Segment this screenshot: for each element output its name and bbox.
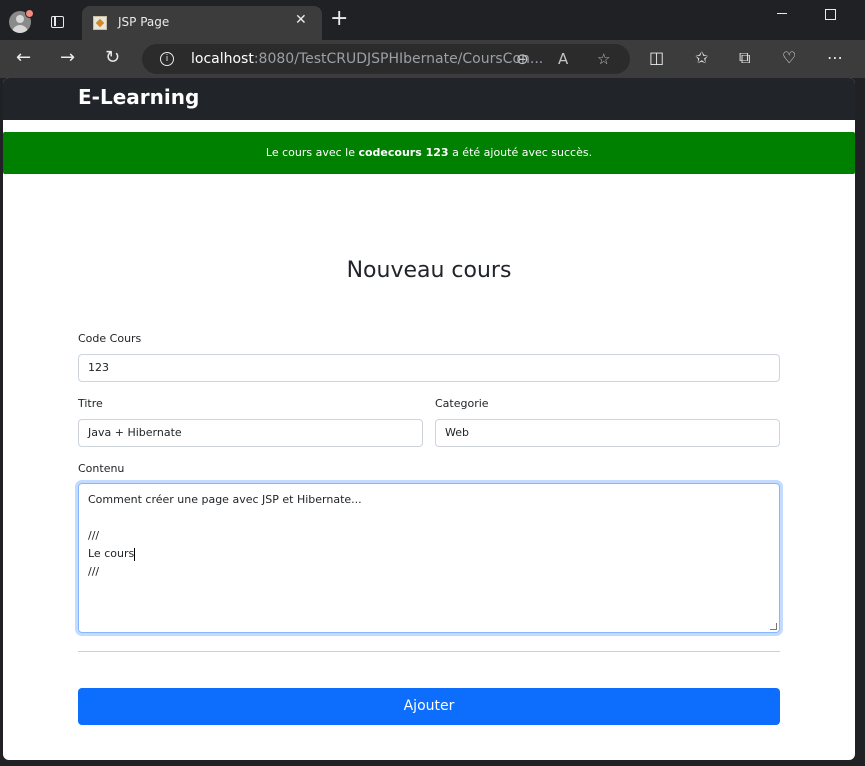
contenu-line-5: /// — [88, 565, 100, 578]
alert-prefix: Le cours avec le — [265, 146, 359, 159]
forward-icon[interactable]: → — [60, 48, 75, 68]
minimize-icon[interactable] — [777, 13, 787, 14]
notification-dot-icon — [25, 9, 34, 18]
maximize-icon[interactable] — [825, 9, 836, 20]
zoom-icon[interactable]: ⊖ — [516, 50, 529, 68]
read-aloud-icon[interactable]: A — [558, 50, 568, 68]
browser-tab[interactable]: JSP Page ✕ — [82, 6, 322, 40]
code-cours-label: Code Cours — [78, 332, 142, 345]
back-icon[interactable]: ← — [16, 48, 31, 68]
navbar-brand[interactable]: E-Learning — [78, 85, 199, 109]
favicon-icon — [93, 16, 107, 30]
titre-label: Titre — [78, 397, 103, 410]
code-cours-input[interactable]: 123 — [78, 354, 780, 382]
text-caret — [134, 547, 136, 561]
refresh-icon[interactable]: ↻ — [105, 48, 120, 68]
alert-bold-text: codecours 123 — [358, 146, 449, 159]
browser-toolbar: ← → ↻ i localhost:8080/TestCRUDJSPHIbern… — [0, 40, 865, 78]
favorites-icon[interactable]: ✩ — [695, 48, 708, 68]
divider — [78, 651, 780, 652]
contenu-line-3: /// — [88, 529, 100, 542]
contenu-line-1: Comment créer une page avec JSP et Hiber… — [88, 493, 362, 506]
browser-titlebar: JSP Page ✕ + — [0, 0, 865, 40]
titre-input[interactable]: Java + Hibernate — [78, 419, 423, 447]
url-text[interactable]: localhost:8080/TestCRUDJSPHIbernate/Cour… — [191, 51, 543, 67]
categorie-input[interactable]: Web — [435, 419, 780, 447]
contenu-line-2: ​ — [88, 509, 770, 527]
split-screen-icon[interactable]: ◫ — [649, 48, 664, 68]
categorie-label: Categorie — [435, 397, 489, 410]
tab-title: JSP Page — [118, 15, 170, 29]
more-menu-icon[interactable]: ⋯ — [827, 48, 843, 68]
browser-essentials-icon[interactable]: ♡ — [782, 48, 796, 68]
success-alert: Le cours avec le codecours 123 a été ajo… — [3, 132, 855, 174]
new-tab-icon[interactable]: + — [330, 8, 348, 30]
page-title: Nouveau cours — [346, 258, 512, 283]
contenu-line-4: Le cours — [88, 547, 136, 561]
resize-handle-icon[interactable] — [770, 623, 777, 630]
collections-icon[interactable]: ⧉ — [739, 48, 750, 68]
ajouter-button[interactable]: Ajouter — [78, 688, 780, 725]
page-viewport: E-Learning Le cours avec le codecours 12… — [3, 78, 855, 760]
favorite-star-icon[interactable]: ☆ — [597, 50, 610, 68]
address-bar[interactable]: i localhost:8080/TestCRUDJSPHIbernate/Co… — [142, 44, 630, 74]
alert-suffix: a été ajouté avec succès. — [448, 146, 593, 159]
contenu-label: Contenu — [78, 462, 125, 475]
navbar: E-Learning — [3, 78, 855, 120]
site-info-icon[interactable]: i — [160, 52, 174, 66]
workspaces-icon[interactable] — [51, 16, 64, 28]
tab-close-icon[interactable]: ✕ — [295, 12, 307, 28]
contenu-textarea[interactable]: Comment créer une page avec JSP et Hiber… — [78, 483, 780, 633]
